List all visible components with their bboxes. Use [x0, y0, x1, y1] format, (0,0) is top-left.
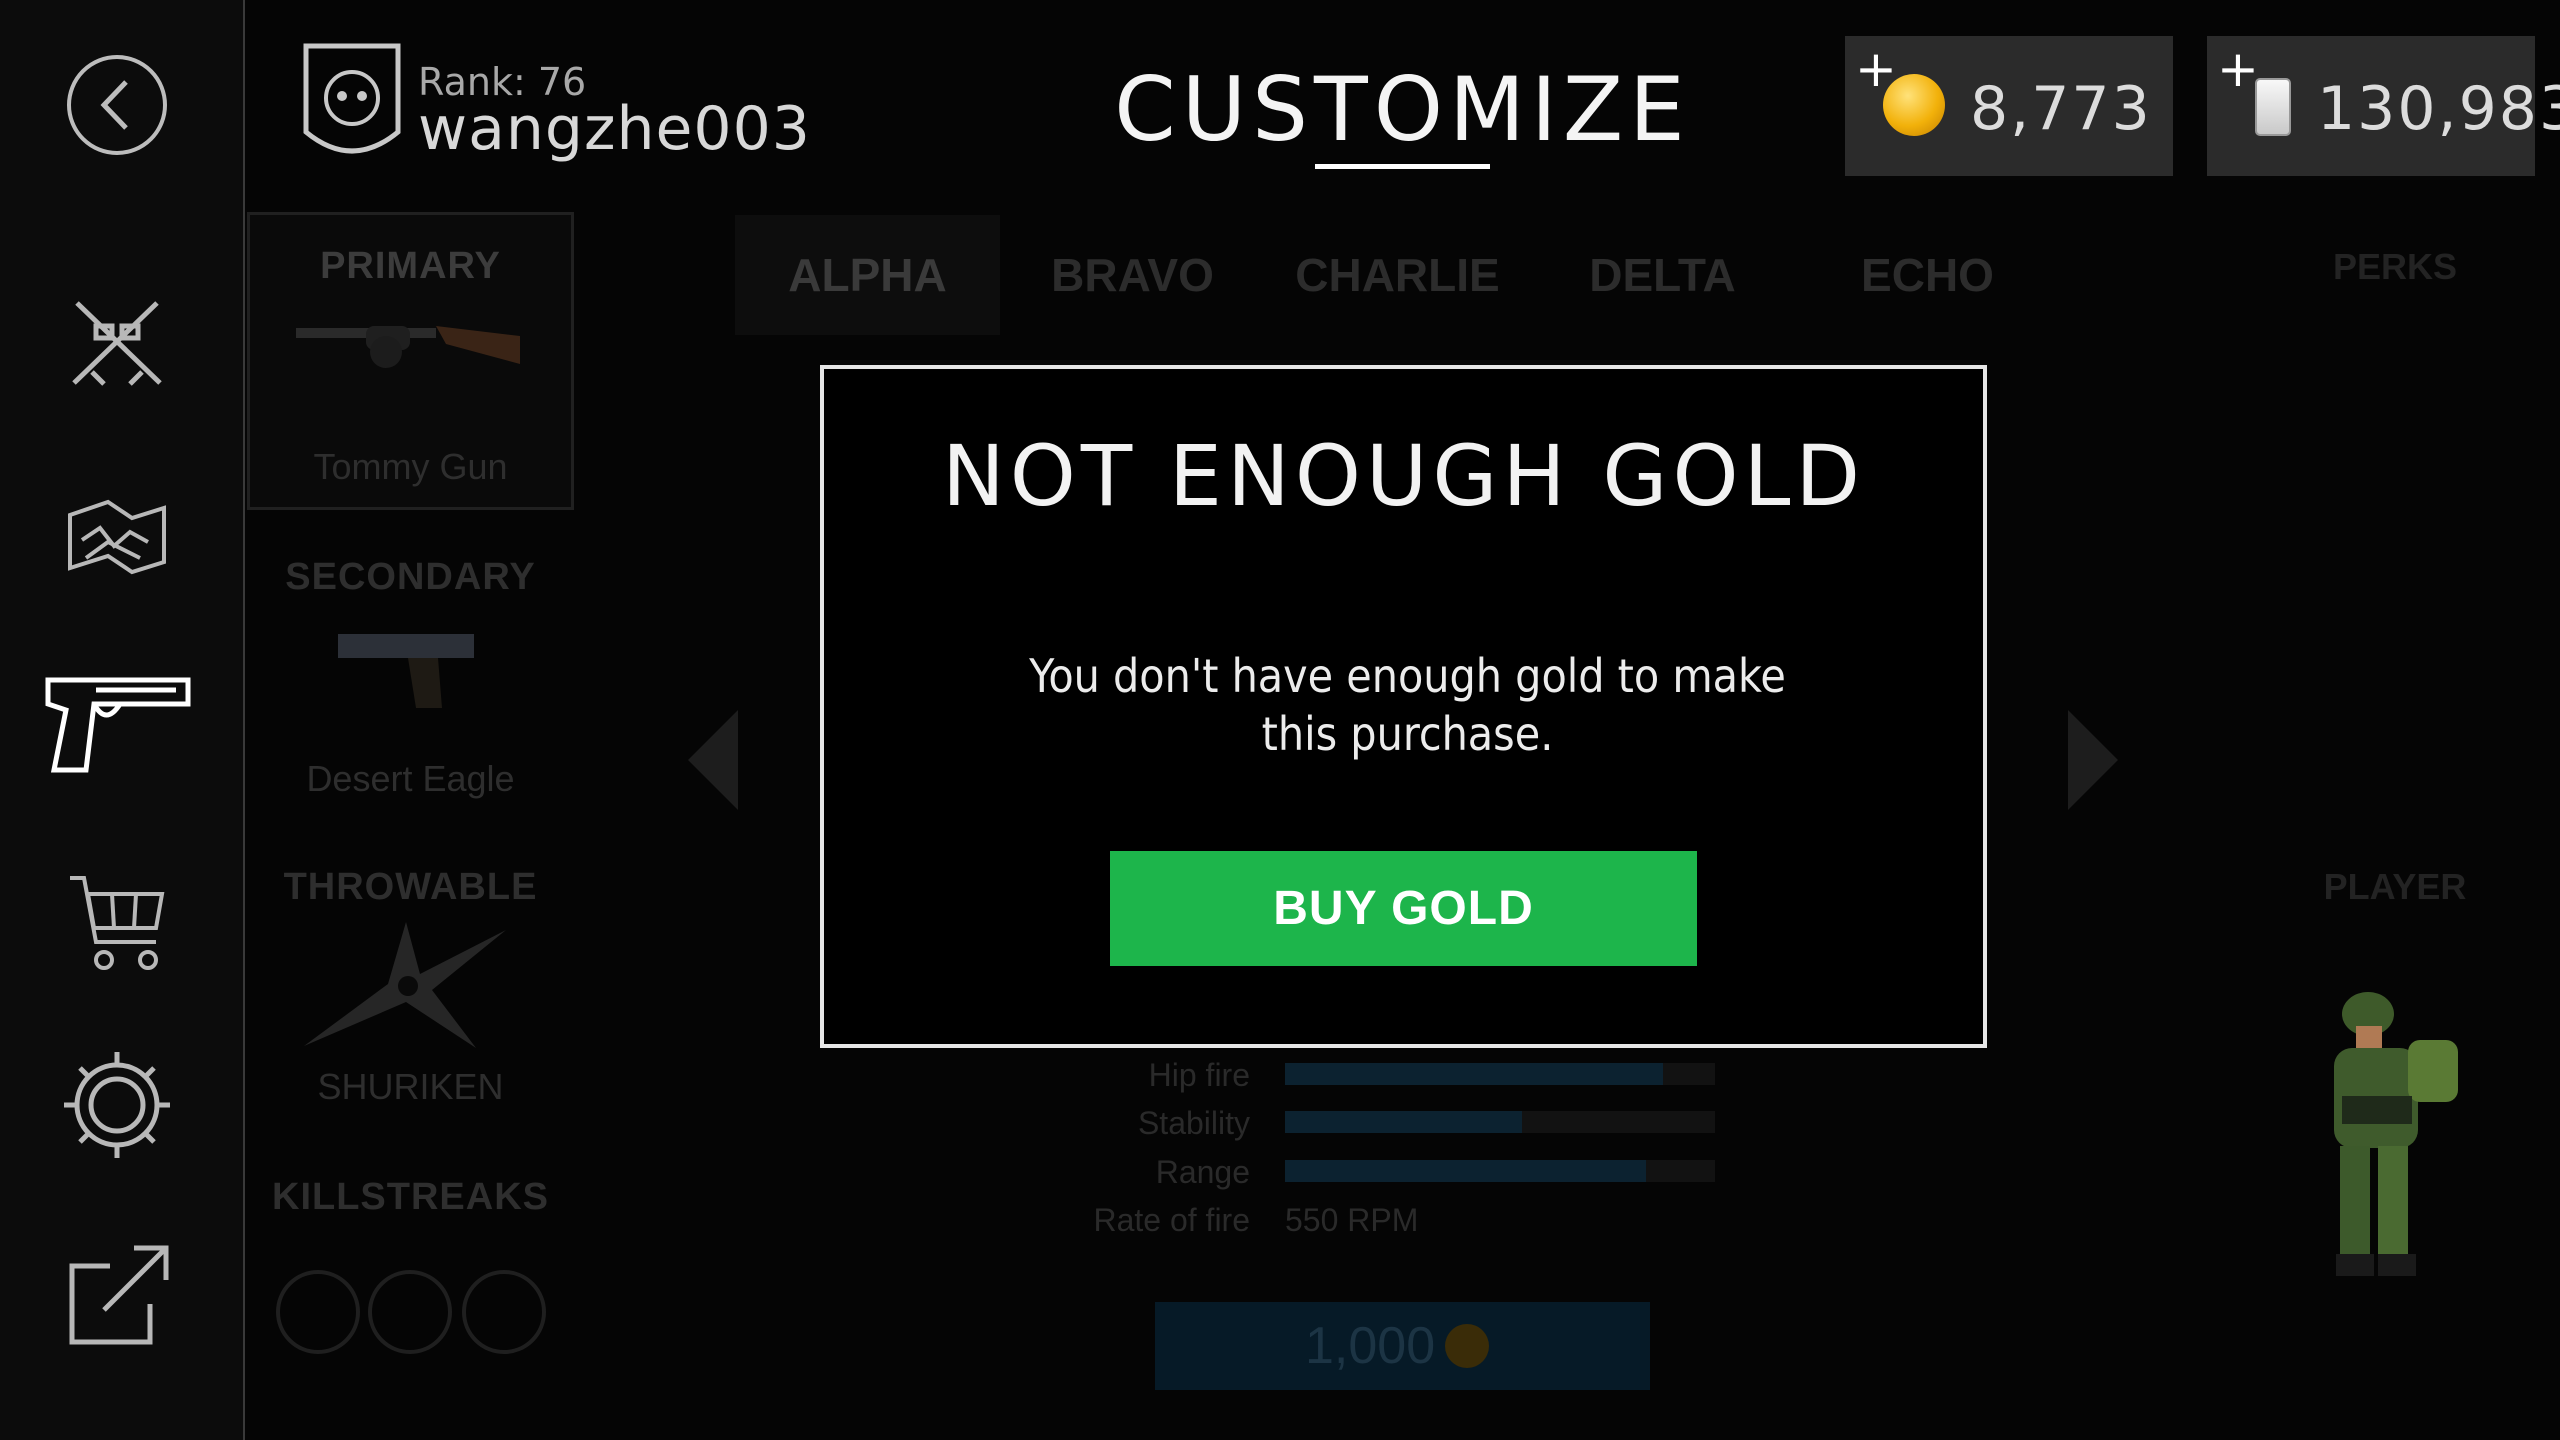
- secondary-label: SECONDARY: [285, 556, 536, 598]
- dialog-title: NOT ENOUGH GOLD: [941, 427, 1866, 525]
- sidebar-item-maps[interactable]: [52, 470, 182, 600]
- page-title: CUSTOMIZE: [1114, 58, 1691, 161]
- tab-delta[interactable]: DELTA: [1530, 215, 1795, 335]
- stat-fill: [1285, 1111, 1522, 1133]
- sidebar-item-share[interactable]: [52, 1230, 182, 1360]
- throwable-weapon-name: SHURIKEN: [317, 1066, 504, 1107]
- gold-coin-icon: [1883, 74, 1945, 136]
- throwable-label: THROWABLE: [283, 866, 538, 908]
- secondary-weapon-name: Desert Eagle: [306, 758, 515, 799]
- stat-label-hip-fire: Hip fire: [1148, 1057, 1250, 1093]
- external-link-icon: [69, 1245, 169, 1345]
- shopping-cart-icon: [70, 876, 165, 970]
- back-button[interactable]: [52, 40, 182, 170]
- loadout-tabs: ALPHA BRAVO CHARLIE DELTA ECHO: [735, 215, 2065, 335]
- cash-amount: 130,983: [2317, 74, 2560, 144]
- stat-bar-range: [1285, 1160, 1715, 1182]
- map-icon: [68, 499, 166, 575]
- cash-balance[interactable]: + 130,983: [2207, 36, 2560, 176]
- desert-eagle-icon: [338, 634, 474, 708]
- buy-gold-button[interactable]: BUY GOLD: [1110, 851, 1697, 966]
- sidebar-item-loadout[interactable]: [52, 278, 182, 408]
- killstreak-slot-icon[interactable]: [368, 1270, 452, 1354]
- gold-coin-icon: [1445, 1324, 1489, 1368]
- previous-weapon-arrow[interactable]: [688, 710, 738, 810]
- primary-label: PRIMARY: [320, 245, 501, 287]
- gear-icon: [64, 1052, 170, 1158]
- stat-label-rate-of-fire: Rate of fire: [1093, 1202, 1250, 1238]
- killstreaks-label: KILLSTREAKS: [272, 1176, 549, 1218]
- pistol-icon: [45, 677, 191, 773]
- tommy-gun-icon: [296, 326, 520, 368]
- player-profile: Rank: 76 wangzhe003: [300, 36, 820, 176]
- cash-bill-icon: [2255, 78, 2291, 136]
- killstreak-slot-icon[interactable]: [276, 1270, 360, 1354]
- soldier-character-icon: [2334, 992, 2458, 1276]
- tab-bravo[interactable]: BRAVO: [1000, 215, 1265, 335]
- sidebar-item-weapons[interactable]: [36, 660, 196, 790]
- stat-fill: [1285, 1160, 1647, 1182]
- price-value: 1,000: [1305, 1317, 1436, 1375]
- shuriken-icon: [304, 922, 506, 1048]
- sidebar-item-settings[interactable]: [52, 1040, 182, 1170]
- crossed-rifles-icon: [72, 301, 162, 386]
- stat-bar-stability: [1285, 1111, 1715, 1133]
- primary-weapon-name: Tommy Gun: [313, 446, 508, 487]
- tab-echo[interactable]: ECHO: [1795, 215, 2060, 335]
- sidebar-item-store[interactable]: [52, 858, 182, 988]
- not-enough-gold-dialog: NOT ENOUGH GOLD You don't have enough go…: [820, 365, 1987, 1048]
- purchase-price-button[interactable]: 1,000: [1155, 1302, 1650, 1390]
- rank-badge-icon: [303, 43, 401, 154]
- add-cash-icon[interactable]: +: [2217, 40, 2259, 98]
- stat-label-range: Range: [1155, 1154, 1250, 1190]
- stat-bar-hip-fire: [1285, 1063, 1715, 1085]
- next-weapon-arrow[interactable]: [2068, 710, 2118, 810]
- back-arrow-icon: [67, 55, 167, 155]
- stat-label-stability: Stability: [1137, 1105, 1250, 1141]
- tab-charlie[interactable]: CHARLIE: [1265, 215, 1530, 335]
- stat-fill: [1285, 1063, 1664, 1085]
- player-name: wangzhe003: [418, 94, 811, 164]
- dialog-message: You don't have enough gold to make this …: [1029, 649, 1786, 761]
- killstreak-slot-icon[interactable]: [462, 1270, 546, 1354]
- player-label: PLAYER: [2323, 866, 2467, 907]
- tab-alpha[interactable]: ALPHA: [735, 215, 1000, 335]
- perks-label: PERKS: [2332, 246, 2458, 287]
- rate-of-fire-value: 550 RPM: [1285, 1202, 1419, 1238]
- title-underline: [1315, 164, 1490, 169]
- sidebar: [0, 0, 245, 1440]
- gold-amount: 8,773: [1970, 74, 2152, 144]
- gold-balance[interactable]: + 8,773: [1845, 36, 2173, 176]
